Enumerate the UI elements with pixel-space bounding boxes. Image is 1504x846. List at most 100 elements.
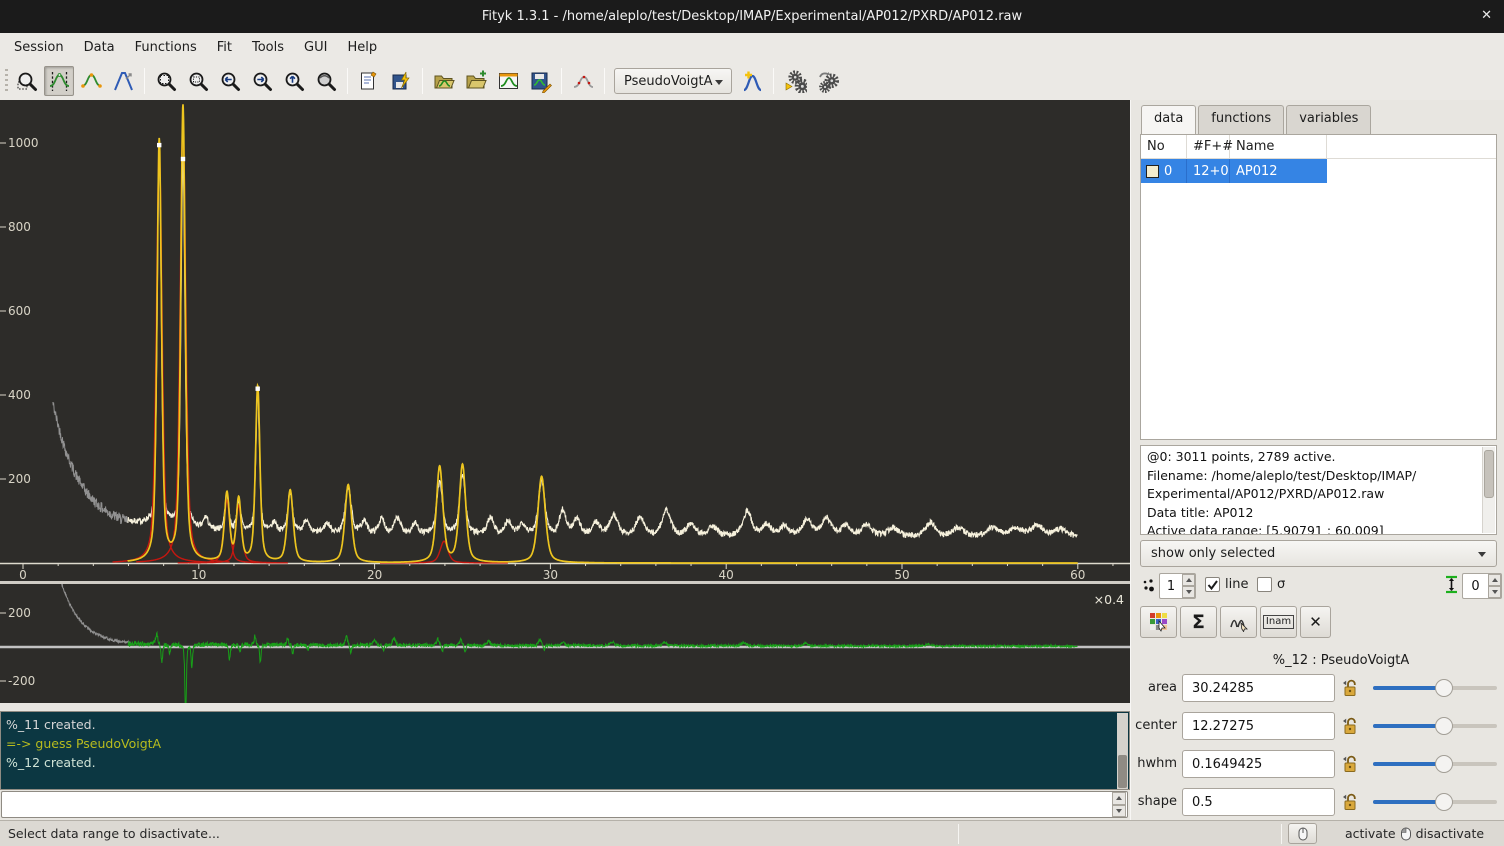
export-data-icon[interactable] — [525, 66, 555, 96]
zoom-previous-icon[interactable] — [311, 66, 341, 96]
info-scrollbar-thumb[interactable] — [1484, 450, 1494, 498]
aux-residual-curve — [128, 633, 1077, 703]
script-editor-icon[interactable] — [354, 66, 384, 96]
tab-variables[interactable]: variables — [1286, 105, 1371, 134]
command-input[interactable] — [4, 794, 1099, 815]
console-scrollbar[interactable] — [1117, 713, 1128, 789]
info-line: Filename: /home/aleplo/test/Desktop/IMAP… — [1147, 467, 1478, 486]
apply-function-button[interactable] — [1220, 606, 1257, 638]
unlock-icon[interactable] — [1342, 792, 1359, 812]
history-up-button[interactable] — [1112, 792, 1126, 805]
unlock-icon[interactable] — [1342, 716, 1359, 736]
slider-handle[interactable] — [1435, 755, 1453, 773]
hwhm-field[interactable]: 0.1649425 — [1182, 750, 1335, 778]
zoom-left-icon[interactable] — [215, 66, 245, 96]
main-plot[interactable]: 01020304050602004006008001000 — [0, 100, 1130, 581]
data-list[interactable]: No #F+# Name 0 12+0 AP012 — [1140, 134, 1497, 440]
execute-script-icon[interactable] — [386, 66, 416, 96]
chevron-down-icon — [715, 80, 723, 85]
open-data-icon[interactable] — [429, 66, 459, 96]
display-mode-select[interactable]: show only selected — [1140, 540, 1497, 567]
run-fit-icon[interactable] — [780, 66, 810, 96]
data-info-box[interactable]: @0: 3011 points, 2789 active. Filename: … — [1140, 445, 1497, 535]
tab-functions[interactable]: functions — [1198, 105, 1284, 134]
slider-handle[interactable] — [1435, 793, 1453, 811]
data-colors-button[interactable] — [1140, 606, 1177, 638]
append-data-icon[interactable] — [461, 66, 491, 96]
tab-data[interactable]: data — [1141, 105, 1196, 135]
save-plot-image-icon[interactable] — [493, 66, 523, 96]
aux-residual-plot[interactable]: 200 -200 ×0.4 — [0, 584, 1130, 703]
center-field[interactable]: 12.27275 — [1182, 712, 1335, 740]
dataset-color-swatch[interactable] — [1146, 165, 1159, 178]
data-range-mode-icon[interactable] — [44, 66, 74, 96]
info-scrollbar[interactable] — [1482, 447, 1495, 533]
toolbar-drag-handle[interactable] — [5, 69, 8, 93]
console-line: =-> guess PseudoVoigtA — [6, 734, 1115, 753]
stepper-up-button[interactable] — [1488, 574, 1501, 586]
shape-field[interactable]: 0.5 — [1182, 788, 1335, 816]
shift-stepper[interactable]: 0 — [1462, 573, 1502, 599]
history-down-button[interactable] — [1112, 805, 1126, 818]
function-type-select[interactable]: PseudoVoigtA — [614, 68, 732, 94]
menu-data[interactable]: Data — [74, 36, 125, 59]
menu-gui[interactable]: GUI — [294, 36, 337, 59]
rename-button[interactable]: Inam — [1260, 606, 1297, 638]
mouse-config-button[interactable] — [1288, 823, 1317, 844]
console-scrollbar-thumb[interactable] — [1118, 755, 1127, 788]
add-point-mode-icon[interactable] — [76, 66, 106, 96]
area-field[interactable]: 30.24285 — [1182, 674, 1335, 702]
column-header-name[interactable]: Name — [1230, 135, 1327, 158]
stepper-down-button[interactable] — [1488, 586, 1501, 598]
sigma-checkbox[interactable] — [1257, 577, 1272, 592]
column-header-no[interactable]: No — [1141, 135, 1187, 158]
info-line: Active data range: [5.90791 : 60.009] — [1147, 522, 1478, 535]
line-checkbox[interactable] — [1205, 577, 1220, 592]
info-line: Data title: AP012 — [1147, 504, 1478, 523]
close-icon: ✕ — [1309, 613, 1322, 631]
fityk-window: Fityk 1.3.1 - /home/aleplo/test/Desktop/… — [0, 0, 1504, 846]
slider-handle[interactable] — [1435, 679, 1453, 697]
area-slider[interactable] — [1373, 679, 1497, 697]
svg-text:400: 400 — [8, 388, 31, 402]
zoom-vertical-icon[interactable] — [279, 66, 309, 96]
console-output[interactable]: %_11 created. =-> guess PseudoVoigtA %_1… — [0, 711, 1130, 790]
zoom-all-icon[interactable] — [151, 66, 181, 96]
stepper-up-button[interactable] — [1182, 574, 1195, 586]
menu-help[interactable]: Help — [337, 36, 387, 59]
add-peak-mode-icon[interactable] — [108, 66, 138, 96]
unlock-icon[interactable] — [1342, 754, 1359, 774]
stepper-down-button[interactable] — [1182, 586, 1195, 598]
sigma-checkbox-label[interactable]: σ — [1277, 577, 1285, 592]
strip-background-icon[interactable] — [568, 66, 598, 96]
close-icon[interactable]: ✕ — [1481, 8, 1492, 23]
svg-text:20: 20 — [367, 568, 382, 581]
rename-icon: Inam — [1263, 615, 1294, 629]
sum-button[interactable]: Σ — [1180, 606, 1217, 638]
undo-fit-icon[interactable] — [812, 66, 842, 96]
zoom-select-mode-icon[interactable] — [12, 66, 42, 96]
param-label: center — [1131, 718, 1177, 733]
zoom-right-icon[interactable] — [247, 66, 277, 96]
auto-add-peak-icon[interactable] — [737, 66, 767, 96]
menu-functions[interactable]: Functions — [125, 36, 207, 59]
menu-session[interactable]: Session — [4, 36, 74, 59]
column-header-f[interactable]: #F+# — [1187, 135, 1230, 158]
menu-fit[interactable]: Fit — [207, 36, 242, 59]
param-row-area: area 30.24285 — [1131, 674, 1504, 703]
title-bar[interactable]: Fityk 1.3.1 - /home/aleplo/test/Desktop/… — [0, 0, 1504, 33]
delete-button[interactable]: ✕ — [1300, 606, 1331, 638]
data-list-row[interactable]: 0 12+0 AP012 — [1141, 159, 1327, 183]
hwhm-slider[interactable] — [1373, 755, 1497, 773]
line-checkbox-label[interactable]: line — [1225, 577, 1248, 592]
zoom-selection-icon[interactable] — [183, 66, 213, 96]
unlock-icon[interactable] — [1342, 678, 1359, 698]
point-size-stepper[interactable]: 1 — [1159, 573, 1196, 599]
center-slider[interactable] — [1373, 717, 1497, 735]
info-line: Experimental/AP012/PXRD/AP012.raw — [1147, 485, 1478, 504]
slider-handle[interactable] — [1435, 717, 1453, 735]
command-history-spinner — [1112, 792, 1126, 817]
menu-tools[interactable]: Tools — [242, 36, 294, 59]
data-shift-icon — [1445, 575, 1458, 595]
shape-slider[interactable] — [1373, 793, 1497, 811]
